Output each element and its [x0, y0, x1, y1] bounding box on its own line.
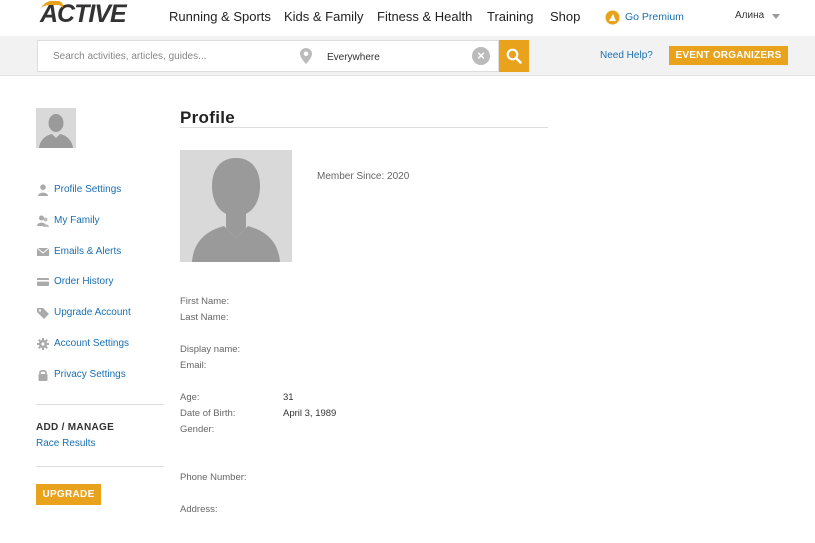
sidebar-divider [36, 404, 164, 405]
sidebar-divider [36, 466, 164, 467]
sidebar-avatar [36, 108, 76, 148]
active-logo[interactable]: ACTIVE [40, 1, 127, 27]
gear-icon [37, 338, 49, 350]
email-label: Email: [180, 360, 207, 371]
sidebar-item-label: Profile Settings [54, 184, 122, 195]
go-premium-link[interactable]: Go Premium [604, 9, 684, 25]
avatar-silhouette-icon [180, 150, 292, 262]
sidebar-item-label: Privacy Settings [54, 369, 126, 380]
avatar-silhouette-icon [36, 108, 76, 148]
location-pin-icon [300, 48, 312, 64]
family-icon [37, 215, 49, 227]
sidebar-item-label: Upgrade Account [54, 307, 131, 318]
sidebar-item-profile-settings[interactable]: Profile Settings [37, 182, 121, 198]
nav-running-sports[interactable]: Running & Sports [169, 9, 271, 25]
nav-shop[interactable]: Shop [550, 9, 580, 25]
user-menu[interactable]: Алина [735, 10, 781, 22]
search-bar: Search activities, articles, guides... E… [0, 36, 815, 76]
address-label: Address: [180, 504, 218, 515]
gender-label: Gender: [180, 424, 215, 435]
sidebar-item-label: Account Settings [54, 338, 130, 349]
go-premium-label: Go Premium [625, 10, 684, 23]
age-value: 31 [283, 392, 294, 403]
chevron-down-icon [772, 13, 781, 19]
event-organizers-button[interactable]: EVENT ORGANIZERS [669, 46, 788, 65]
top-navigation: ACTIVE Running & Sports Kids & Family Fi… [0, 0, 815, 36]
premium-icon [605, 10, 620, 24]
profile-avatar [180, 150, 292, 262]
age-label: Age: [180, 392, 200, 403]
member-since: Member Since: 2020 [317, 171, 410, 182]
search-input[interactable]: Search activities, articles, guides... [53, 50, 206, 63]
clear-location-button[interactable]: × [472, 47, 490, 65]
page-title: Profile [180, 108, 236, 127]
user-name: Алина [735, 10, 765, 21]
add-manage-heading: ADD / MANAGE [36, 422, 115, 433]
title-divider [180, 127, 548, 128]
sidebar-item-order-history[interactable]: Order History [37, 274, 113, 290]
sidebar-item-emails-alerts[interactable]: Emails & Alerts [37, 244, 121, 260]
search-icon [506, 48, 522, 64]
nav-kids-family[interactable]: Kids & Family [284, 9, 363, 25]
display-name-label: Display name: [180, 344, 241, 355]
nav-training[interactable]: Training [487, 9, 533, 25]
sidebar-item-upgrade-account[interactable]: Upgrade Account [37, 305, 131, 321]
search-button[interactable] [499, 40, 529, 72]
logo-swoosh-icon [40, 1, 66, 9]
credit-card-icon [37, 278, 49, 286]
person-icon [38, 184, 48, 196]
sidebar-item-label: My Family [54, 215, 100, 226]
nav-fitness-health[interactable]: Fitness & Health [377, 9, 472, 25]
location-input[interactable]: Everywhere [327, 51, 380, 64]
phone-number-label: Phone Number: [180, 472, 247, 483]
sidebar-item-privacy-settings[interactable]: Privacy Settings [37, 367, 126, 383]
upgrade-button[interactable]: UPGRADE [36, 484, 101, 505]
race-results-link[interactable]: Race Results [36, 438, 95, 450]
tag-icon [37, 308, 49, 319]
lock-icon [38, 370, 48, 381]
dob-label: Date of Birth: [180, 408, 236, 419]
envelope-icon [37, 247, 49, 256]
first-name-label: First Name: [180, 296, 230, 307]
last-name-label: Last Name: [180, 312, 229, 323]
sidebar-item-label: Emails & Alerts [54, 246, 122, 257]
sidebar-item-label: Order History [54, 276, 114, 287]
sidebar-item-account-settings[interactable]: Account Settings [37, 336, 129, 352]
dob-value: April 3, 1989 [283, 408, 337, 419]
search-box: Search activities, articles, guides... E… [37, 40, 499, 72]
need-help-link[interactable]: Need Help? [600, 50, 653, 62]
sidebar-item-my-family[interactable]: My Family [37, 213, 100, 229]
